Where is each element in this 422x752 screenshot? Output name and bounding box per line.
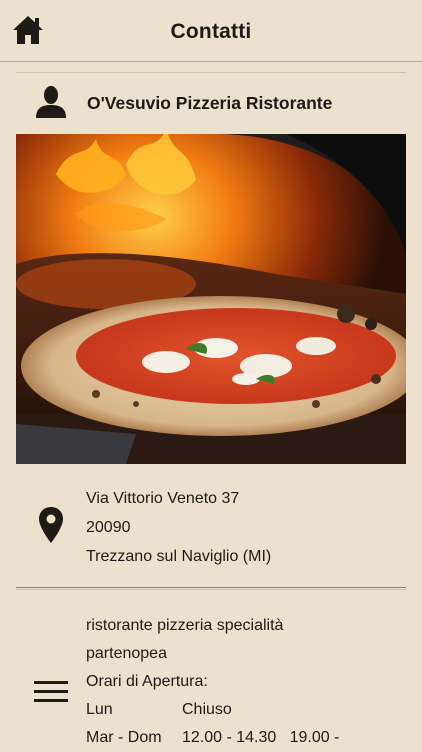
hours-title: Orari di Apertura: (86, 673, 208, 690)
hours-value: Chiuso (182, 701, 232, 718)
info-text: ristorante pizzeria specialità partenope… (86, 612, 396, 752)
hours-day: Lun (86, 701, 113, 718)
hours-value: 12.00 - 14.30 19.00 - (182, 729, 340, 746)
navigation-bar: Contatti (0, 0, 422, 62)
pizza-oven-image (16, 134, 406, 464)
restaurant-name: O'Vesuvio Pizzeria Ristorante (87, 93, 333, 113)
description-line: ristorante pizzeria specialità (86, 617, 284, 634)
address-text: Via Vittorio Veneto 37 20090 Trezzano su… (86, 484, 271, 571)
address-row[interactable]: Via Vittorio Veneto 37 20090 Trezzano su… (16, 464, 406, 588)
hours-day: Mar - Dom (86, 729, 162, 746)
restaurant-name-row[interactable]: O'Vesuvio Pizzeria Ristorante (16, 72, 406, 134)
address-zip: 20090 (86, 519, 131, 536)
description-line: partenopea (86, 645, 167, 662)
address-street: Via Vittorio Veneto 37 (86, 490, 240, 507)
hours-row: Lun Chiuso (86, 696, 396, 724)
hours-row: Mar - Dom 12.00 - 14.30 19.00 - (86, 724, 396, 752)
map-pin-icon (39, 507, 63, 543)
menu-icon (34, 681, 68, 702)
person-icon (36, 86, 66, 118)
address-city: Trezzano sul Naviglio (MI) (86, 548, 272, 565)
page-title: Contatti (170, 20, 252, 43)
restaurant-photo (16, 134, 406, 464)
info-row[interactable]: ristorante pizzeria specialità partenope… (16, 589, 406, 750)
